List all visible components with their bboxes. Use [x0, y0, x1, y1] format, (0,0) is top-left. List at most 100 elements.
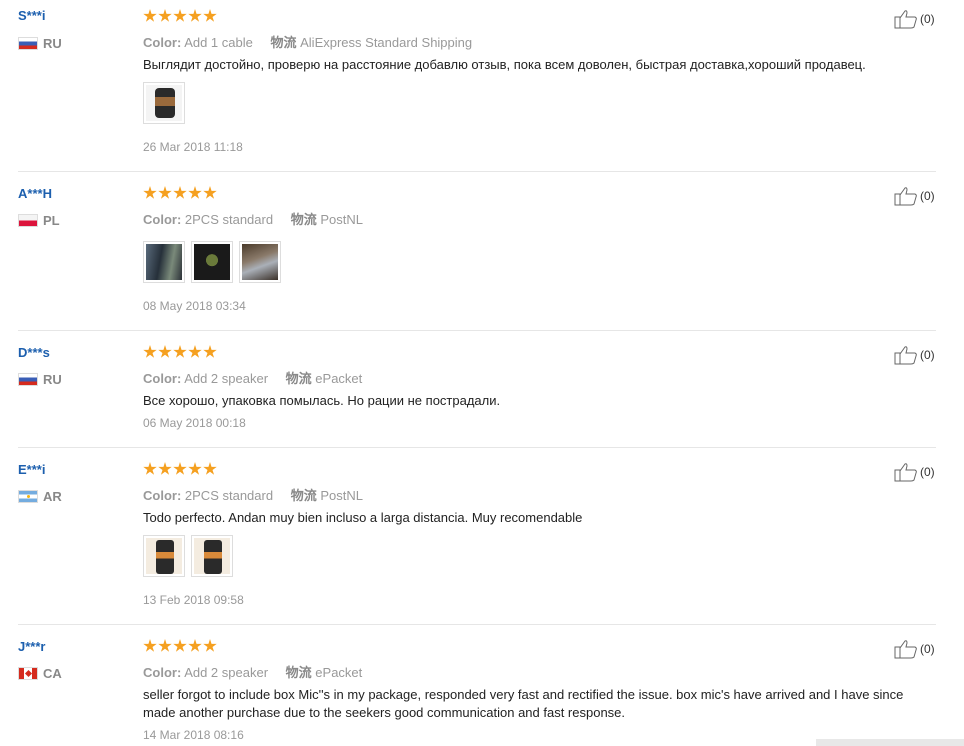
- star-icon: [203, 345, 217, 358]
- shipping-value: PostNL: [320, 488, 363, 503]
- review-date: 06 May 2018 00:18: [143, 416, 246, 430]
- star-icon: [158, 462, 172, 475]
- shipping-label: 物流: [290, 488, 317, 503]
- star-icon: [188, 345, 202, 358]
- flag-ar-icon: [18, 490, 38, 503]
- star-icon: [203, 462, 217, 475]
- order-attributes: Color: Add 2 speaker 物流 ePacket: [143, 662, 362, 681]
- star-rating: [143, 345, 217, 359]
- star-rating: [143, 462, 217, 476]
- helpful-count: (0): [920, 642, 935, 656]
- review-photo-thumbnail[interactable]: [191, 241, 233, 283]
- star-icon: [188, 9, 202, 22]
- star-icon: [203, 186, 217, 199]
- shipping-value: ePacket: [315, 371, 363, 386]
- reviewer-country: PL: [18, 213, 60, 228]
- star-icon: [188, 639, 202, 652]
- star-icon: [203, 639, 217, 652]
- review-date: 26 Mar 2018 11:18: [143, 140, 243, 154]
- review-photo-thumbnail[interactable]: [191, 535, 233, 577]
- review-text: seller forgot to include box Mic''s in m…: [143, 687, 904, 720]
- helpful-count: (0): [920, 348, 935, 362]
- color-label: Color:: [143, 212, 182, 227]
- color-label: Color:: [143, 488, 182, 503]
- star-icon: [143, 345, 157, 358]
- helpful-button[interactable]: (0): [894, 186, 935, 206]
- review-photo-thumbnail[interactable]: [143, 241, 185, 283]
- star-icon: [158, 9, 172, 22]
- helpful-button[interactable]: (0): [894, 639, 935, 659]
- thumbs-up-icon: [894, 187, 917, 206]
- shipping-value: AliExpress Standard Shipping: [300, 35, 473, 50]
- flag-ru-icon: [18, 37, 38, 50]
- review-photo-thumbnail[interactable]: [143, 535, 185, 577]
- country-code: RU: [43, 372, 62, 387]
- helpful-button[interactable]: (0): [894, 462, 935, 482]
- divider: [18, 171, 936, 172]
- thumbs-up-icon: [894, 463, 917, 482]
- color-value: Add 1 cable: [184, 35, 253, 50]
- reviewer-name[interactable]: D***s: [18, 345, 50, 360]
- reviewer-name[interactable]: A***H: [18, 186, 52, 201]
- star-icon: [188, 462, 202, 475]
- reviewer-name[interactable]: E***i: [18, 462, 45, 477]
- review-photos: [143, 82, 185, 124]
- star-icon: [173, 462, 187, 475]
- review-photos: [143, 535, 233, 577]
- star-icon: [188, 186, 202, 199]
- color-value: 2PCS standard: [184, 212, 274, 227]
- shipping-label: 物流: [285, 665, 312, 680]
- review-date: 13 Feb 2018 09:58: [143, 593, 244, 607]
- star-rating: [143, 186, 217, 200]
- divider: [18, 447, 936, 448]
- reviewer-name[interactable]: S***i: [18, 8, 45, 23]
- flag-ca-icon: [18, 667, 38, 680]
- reviewer-country: CA: [18, 666, 62, 681]
- shipping-label: 物流: [285, 371, 312, 386]
- shipping-label: 物流: [270, 35, 297, 50]
- star-icon: [143, 9, 157, 22]
- helpful-count: (0): [920, 189, 935, 203]
- country-code: RU: [43, 36, 62, 51]
- divider: [18, 330, 936, 331]
- star-icon: [143, 186, 157, 199]
- review-photos: [143, 241, 281, 283]
- color-label: Color:: [143, 35, 182, 50]
- star-rating: [143, 9, 217, 23]
- order-attributes: Color: Add 2 speaker 物流 ePacket: [143, 368, 362, 387]
- star-icon: [143, 639, 157, 652]
- star-icon: [158, 639, 172, 652]
- review-text: Выглядит достойно, проверю на расстояние…: [143, 57, 866, 72]
- review-photo-thumbnail[interactable]: [239, 241, 281, 283]
- star-icon: [173, 9, 187, 22]
- flag-pl-icon: [18, 214, 38, 227]
- shipping-value: ePacket: [315, 665, 363, 680]
- reviewer-country: RU: [18, 372, 62, 387]
- color-label: Color:: [143, 665, 182, 680]
- review-text: Todo perfecto. Andan muy bien incluso a …: [143, 510, 583, 525]
- thumbs-up-icon: [894, 640, 917, 659]
- thumbs-up-icon: [894, 10, 917, 29]
- country-code: AR: [43, 489, 62, 504]
- color-value: Add 2 speaker: [184, 665, 269, 680]
- shipping-value: PostNL: [320, 212, 363, 227]
- color-value: Add 2 speaker: [184, 371, 269, 386]
- star-icon: [173, 639, 187, 652]
- order-attributes: Color: 2PCS standard 物流 PostNL: [143, 485, 363, 504]
- star-icon: [203, 9, 217, 22]
- helpful-count: (0): [920, 465, 935, 479]
- reviewer-name[interactable]: J***r: [18, 639, 45, 654]
- horizontal-scrollbar[interactable]: [816, 739, 964, 746]
- helpful-button[interactable]: (0): [894, 9, 935, 29]
- order-attributes: Color: Add 1 cable 物流 AliExpress Standar…: [143, 32, 472, 51]
- thumbs-up-icon: [894, 346, 917, 365]
- helpful-button[interactable]: (0): [894, 345, 935, 365]
- color-value: 2PCS standard: [184, 488, 274, 503]
- country-code: PL: [43, 213, 60, 228]
- reviewer-country: RU: [18, 36, 62, 51]
- flag-ru-icon: [18, 373, 38, 386]
- reviewer-country: AR: [18, 489, 62, 504]
- star-icon: [173, 345, 187, 358]
- review-photo-thumbnail[interactable]: [143, 82, 185, 124]
- divider: [18, 624, 936, 625]
